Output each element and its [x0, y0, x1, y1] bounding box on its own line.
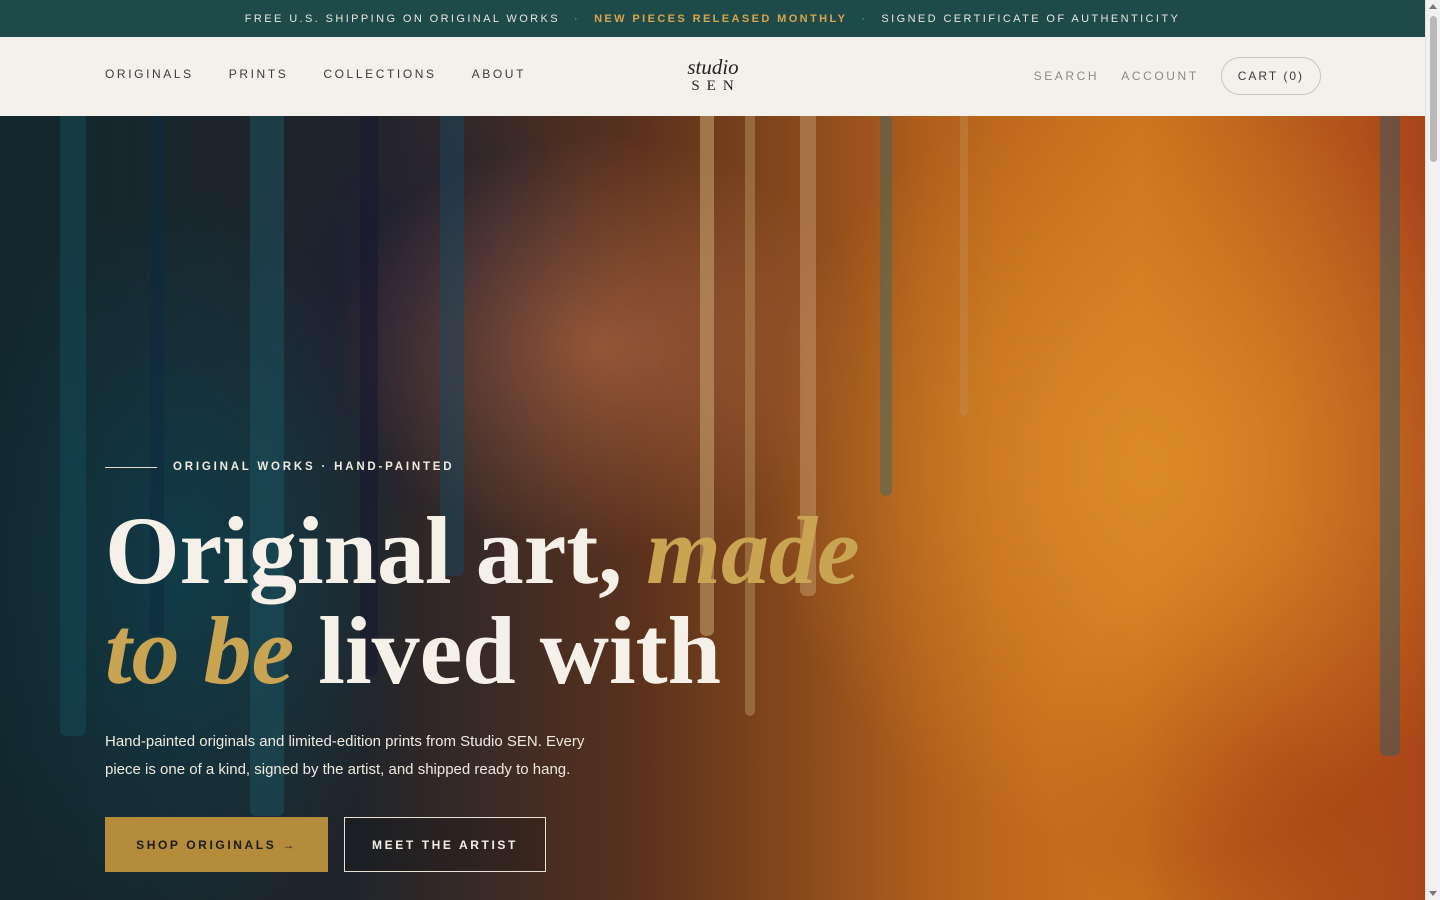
cart-button[interactable]: CART (0) — [1220, 57, 1321, 95]
main-nav: ORIGINALS PRINTS COLLECTIONS ABOUT — [105, 67, 526, 81]
logo-line-sen: SEN — [691, 78, 741, 94]
announcement-separator: · — [574, 12, 581, 25]
utility-nav: SEARCH ACCOUNT CART (0) — [1034, 57, 1321, 95]
search-link[interactable]: SEARCH — [1034, 69, 1100, 83]
announcement-shipping: FREE U.S. SHIPPING ON ORIGINAL WORKS — [244, 12, 560, 25]
hero-description: Hand-painted originals and limited-editi… — [105, 733, 585, 778]
announcement-certificate: SIGNED CERTIFICATE OF AUTHENTICITY — [881, 12, 1181, 25]
nav-about[interactable]: ABOUT — [472, 67, 526, 81]
announcement-separator: · — [861, 12, 868, 25]
eyebrow-rule — [105, 466, 157, 468]
announcement-bar: FREE U.S. SHIPPING ON ORIGINAL WORKS · N… — [0, 0, 1425, 37]
scroll-down-arrow-icon[interactable] — [1429, 891, 1437, 896]
announcement-new-pieces: NEW PIECES RELEASED MONTHLY — [594, 12, 848, 25]
page: FREE U.S. SHIPPING ON ORIGINAL WORKS · N… — [0, 0, 1440, 900]
hero-eyebrow: ORIGINAL WORKS · HAND-PAINTED — [105, 461, 454, 473]
scroll-up-arrow-icon[interactable] — [1429, 4, 1437, 9]
nav-originals[interactable]: ORIGINALS — [105, 67, 194, 81]
nav-collections[interactable]: COLLECTIONS — [323, 67, 436, 81]
eyebrow-text: ORIGINAL WORKS · HAND-PAINTED — [173, 461, 455, 473]
site-header: ORIGINALS PRINTS COLLECTIONS ABOUT studi… — [0, 37, 1425, 116]
nav-prints[interactable]: PRINTS — [229, 67, 289, 81]
studio-sen-logo[interactable]: studio SEN — [684, 57, 742, 95]
shop-originals-button[interactable]: SHOP ORIGINALS → — [105, 817, 328, 872]
scrollbar-thumb[interactable] — [1430, 16, 1437, 162]
hero-headline: Original art, made to be lived with — [105, 497, 860, 704]
meet-the-artist-button[interactable]: MEET THE ARTIST — [344, 817, 546, 872]
hero-section: ORIGINAL WORKS · HAND-PAINTED Original a… — [0, 116, 1425, 900]
page-scrollbar[interactable] — [1425, 0, 1440, 900]
logo-line-studio: studio — [687, 55, 739, 79]
account-link[interactable]: ACCOUNT — [1121, 69, 1199, 83]
